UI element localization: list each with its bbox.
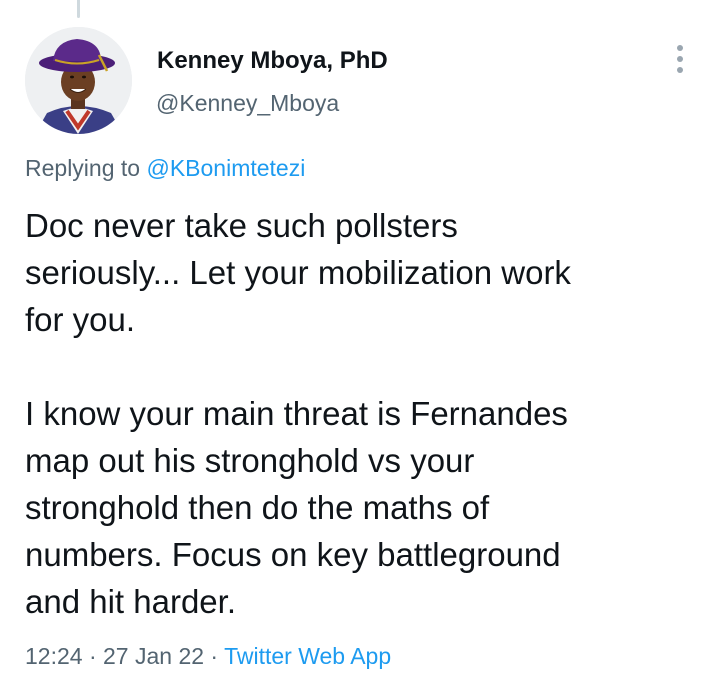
- tweet-time[interactable]: 12:24: [25, 643, 83, 669]
- tweet-text: Doc never take such pollsters seriously.…: [25, 202, 705, 625]
- tweet-metadata: 12:24 · 27 Jan 22 · Twitter Web App: [25, 641, 391, 671]
- replying-to-line: Replying to @KBonimtetezi: [25, 153, 305, 183]
- meta-separator: ·: [82, 643, 104, 669]
- thread-connector-line: [77, 0, 80, 18]
- avatar-photo: [25, 27, 132, 134]
- author-name[interactable]: Kenney Mboya, PhD: [157, 46, 388, 76]
- more-vertical-icon[interactable]: [666, 42, 694, 76]
- tweet-date[interactable]: 27 Jan 22: [103, 643, 204, 669]
- avatar[interactable]: [25, 27, 132, 134]
- author-handle[interactable]: @Kenney_Mboya: [156, 88, 339, 118]
- meta-separator: ·: [204, 643, 225, 669]
- tweet-paragraph: I know your main threat is Fernandes map…: [25, 395, 568, 620]
- tweet-source-link[interactable]: Twitter Web App: [224, 643, 391, 669]
- tweet-paragraph: Doc never take such pollsters seriously.…: [25, 207, 571, 338]
- reply-mention-link[interactable]: @KBonimtetezi: [146, 155, 305, 181]
- replying-to-label: Replying to: [25, 155, 147, 181]
